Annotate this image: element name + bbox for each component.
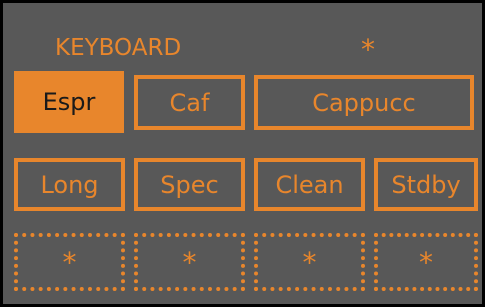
star-icon: * [62, 245, 77, 279]
star-icon: * [302, 245, 317, 279]
key-long[interactable]: Long [14, 158, 125, 211]
empty-slot-4[interactable]: * [374, 233, 478, 291]
empty-slot-2[interactable]: * [134, 233, 245, 291]
key-caffe[interactable]: Caf [134, 75, 245, 130]
star-icon: * [419, 245, 433, 279]
key-clean[interactable]: Clean [254, 158, 365, 211]
page-title: KEYBOARD [55, 35, 182, 61]
status-star-icon: * [361, 33, 375, 66]
key-standby[interactable]: Stdby [374, 158, 478, 211]
empty-slot-3[interactable]: * [254, 233, 365, 291]
key-special[interactable]: Spec [134, 158, 245, 211]
key-espresso[interactable]: Espr [14, 71, 124, 133]
star-icon: * [182, 245, 197, 279]
keyboard-screen: KEYBOARD * Espr Caf Cappucc Long Spec Cl… [0, 0, 485, 307]
empty-slot-1[interactable]: * [14, 233, 125, 291]
key-cappuccino[interactable]: Cappucc [254, 75, 474, 130]
